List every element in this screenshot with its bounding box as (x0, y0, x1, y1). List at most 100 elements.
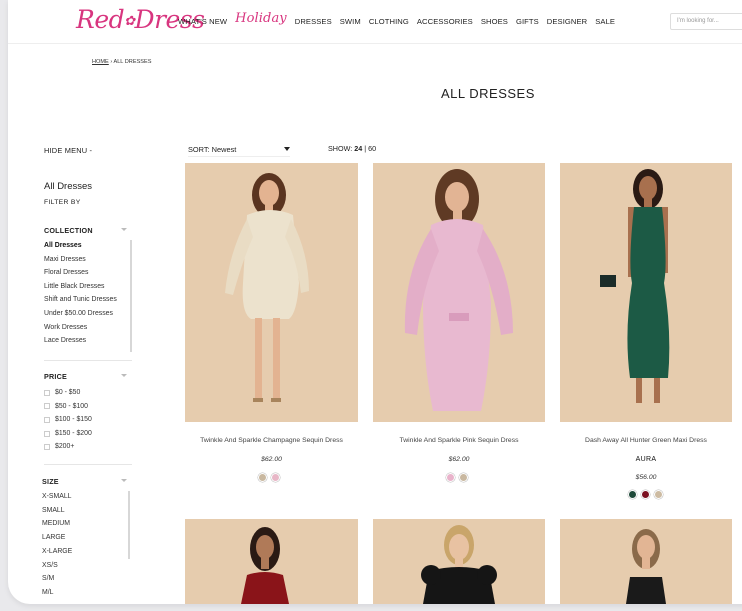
collapse-caret-icon[interactable] (121, 479, 127, 482)
nav-item-holiday[interactable]: Holiday (235, 11, 287, 26)
nav-item-accessories[interactable]: ACCESSORIES (417, 17, 473, 26)
nav-item-shoes[interactable]: SHOES (481, 17, 508, 26)
breadcrumb-current: ALL DRESSES (113, 59, 152, 65)
product-image[interactable] (560, 163, 732, 422)
model-figure (421, 525, 497, 604)
flower-icon: ✿ (124, 14, 135, 29)
collapse-caret-icon[interactable] (121, 228, 127, 231)
filter-by-label: FILTER BY (44, 199, 81, 206)
model-figure (241, 527, 289, 604)
logo-text-red: Red (76, 5, 125, 34)
nav-item-designer[interactable]: DESIGNER (547, 17, 587, 26)
product-image[interactable] (185, 519, 358, 604)
show-24-option[interactable]: 24 (354, 144, 362, 153)
main-menu: WHAT'S NEW Holiday DRESSES SWIM CLOTHING… (178, 11, 623, 26)
show-60-option[interactable]: 60 (368, 144, 376, 153)
price-option-label: $50 - $100 (55, 402, 88, 410)
nav-item-whats-new[interactable]: WHAT'S NEW (178, 17, 227, 26)
size-list: X-SMALL SMALL MEDIUM LARGE X-LARGE XS/S … (42, 490, 72, 600)
price-filter-title[interactable]: PRICE (44, 372, 67, 381)
size-scrollbar[interactable] (128, 491, 130, 559)
show-separator: | (364, 144, 367, 153)
collection-list: All Dresses Maxi Dresses Floral Dresses … (44, 239, 117, 348)
breadcrumb: HOME › ALL DRESSES (92, 59, 152, 65)
product-price: $62.00 (261, 456, 282, 463)
nav-item-clothing[interactable]: CLOTHING (369, 17, 409, 26)
price-option-label: $200+ (55, 443, 75, 451)
model-figure (225, 173, 309, 402)
collection-item-shift-and-tunic-dresses[interactable]: Shift and Tunic Dresses (44, 293, 117, 307)
divider (44, 360, 132, 361)
product-image[interactable] (560, 519, 732, 604)
color-swatch[interactable] (271, 473, 280, 482)
product-image[interactable] (185, 163, 358, 422)
product-name[interactable]: Twinkle And Sparkle Champagne Sequin Dre… (185, 437, 358, 444)
size-option-medium[interactable]: MEDIUM (42, 517, 72, 531)
size-option-xs-s[interactable]: XS/S (42, 559, 72, 573)
checkbox[interactable] (44, 389, 50, 396)
model-figure (626, 529, 666, 604)
size-option-x-large[interactable]: X-LARGE (42, 545, 72, 559)
chevron-down-icon (284, 147, 290, 151)
size-option-x-small[interactable]: X-SMALL (42, 490, 72, 504)
collection-item-work-dresses[interactable]: Work Dresses (44, 321, 117, 335)
collection-item-maxi-dresses[interactable]: Maxi Dresses (44, 253, 117, 267)
divider (44, 464, 132, 465)
price-option[interactable]: $100 - $150 (44, 413, 92, 427)
color-swatch[interactable] (628, 490, 637, 499)
sidebar-heading: All Dresses (44, 181, 93, 192)
nav-item-gifts[interactable]: GIFTS (516, 17, 539, 26)
color-swatch[interactable] (459, 473, 468, 482)
price-list: $0 - $50 $50 - $100 $100 - $150 $150 - $… (44, 386, 92, 454)
breadcrumb-home-link[interactable]: HOME (92, 59, 109, 65)
checkbox[interactable] (44, 416, 50, 423)
show-per-page: SHOW: 24 | 60 (328, 144, 376, 153)
size-option-s-m[interactable]: S/M (42, 572, 72, 586)
price-option[interactable]: $50 - $100 (44, 400, 92, 414)
collection-item-floral-dresses[interactable]: Floral Dresses (44, 266, 117, 280)
model-figure (404, 169, 513, 411)
price-option[interactable]: $0 - $50 (44, 386, 92, 400)
hide-menu-button[interactable]: HIDE MENU - (44, 146, 92, 155)
product-price: $56.00 (635, 474, 657, 481)
nav-item-sale[interactable]: SALE (595, 17, 615, 26)
size-option-large[interactable]: LARGE (42, 531, 72, 545)
page-title: ALL DRESSES (441, 86, 535, 101)
collection-item-under-50-dresses[interactable]: Under $50.00 Dresses (44, 307, 117, 321)
product-name[interactable]: Twinkle And Sparkle Pink Sequin Dress (373, 437, 545, 444)
price-option[interactable]: $150 - $200 (44, 427, 92, 441)
price-option-label: $100 - $150 (55, 416, 92, 424)
checkbox[interactable] (44, 444, 50, 451)
top-navigation: Red✿Dress WHAT'S NEW Holiday DRESSES SWI… (8, 0, 742, 44)
breadcrumb-separator: › (110, 59, 113, 65)
product-price: $62.00 (448, 456, 470, 463)
size-filter-title[interactable]: SIZE (42, 477, 59, 486)
price-option-label: $150 - $200 (55, 429, 92, 437)
model-figure (600, 169, 670, 403)
product-image[interactable] (373, 163, 545, 422)
collection-filter-title[interactable]: COLLECTION (44, 226, 93, 235)
collection-item-all-dresses[interactable]: All Dresses (44, 239, 117, 253)
color-swatch[interactable] (258, 473, 267, 482)
checkbox[interactable] (44, 430, 50, 437)
collection-item-lace-dresses[interactable]: Lace Dresses (44, 334, 117, 348)
size-option-small[interactable]: SMALL (42, 504, 72, 518)
collection-item-little-black-dresses[interactable]: Little Black Dresses (44, 280, 117, 294)
color-swatch[interactable] (654, 490, 663, 499)
color-swatch[interactable] (446, 473, 455, 482)
search-input[interactable]: I'm looking for... (670, 13, 742, 30)
product-name[interactable]: Dash Away All Hunter Green Maxi Dress (560, 437, 732, 444)
sort-dropdown[interactable]: SORT: Newest (188, 145, 290, 157)
sort-label: SORT: Newest (188, 145, 237, 154)
color-swatch[interactable] (641, 490, 650, 499)
checkbox[interactable] (44, 403, 50, 410)
nav-item-dresses[interactable]: DRESSES (295, 17, 332, 26)
nav-item-swim[interactable]: SWIM (340, 17, 361, 26)
product-image[interactable] (373, 519, 545, 604)
price-option[interactable]: $200+ (44, 440, 92, 454)
collapse-caret-icon[interactable] (121, 374, 127, 377)
size-option-m-l[interactable]: M/L (42, 586, 72, 600)
product-brand: AURA (635, 456, 657, 463)
browser-page: Red✿Dress WHAT'S NEW Holiday DRESSES SWI… (8, 0, 742, 604)
collection-scrollbar[interactable] (130, 240, 132, 352)
